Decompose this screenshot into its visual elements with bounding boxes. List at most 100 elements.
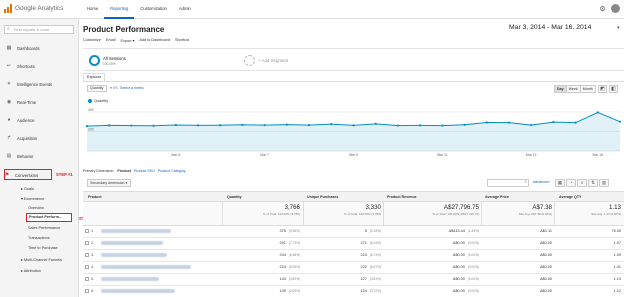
data-point[interactable]	[596, 111, 599, 114]
data-point[interactable]	[85, 124, 89, 128]
vs-dropdown[interactable]: ▾ VS	[110, 86, 118, 90]
data-point[interactable]	[618, 120, 622, 123]
data-point[interactable]	[196, 124, 200, 127]
data-point[interactable]	[285, 123, 288, 126]
data-point[interactable]	[374, 122, 377, 125]
period-week-button[interactable]: Week	[565, 85, 581, 93]
data-point[interactable]	[352, 124, 355, 127]
line-chart-icon[interactable]: ◩	[598, 85, 607, 93]
row-checkbox[interactable]	[85, 289, 89, 293]
sidebar-sub-overview[interactable]: Overview	[28, 206, 44, 210]
data-point[interactable]	[396, 124, 400, 127]
column-average-qty[interactable]: Average QTY	[559, 195, 581, 199]
shortcut-button[interactable]: Shortcut	[175, 38, 189, 43]
dimension-product[interactable]: Product	[117, 169, 131, 173]
row-checkbox[interactable]	[85, 277, 89, 281]
data-point[interactable]	[130, 124, 133, 127]
product-name-link[interactable]	[101, 265, 191, 269]
segment-indicator-icon[interactable]	[89, 55, 100, 66]
advanced-filter-link[interactable]: advanced	[533, 180, 549, 184]
sidebar-sub-product-performance[interactable]: Product Perform...	[29, 215, 62, 219]
table-row[interactable]: 5. 143 (3.80%) 127 (3.81%) A$0.00 (0.00%) A$0.0…	[83, 274, 624, 286]
data-point[interactable]	[263, 124, 266, 127]
period-month-button[interactable]: Month	[579, 85, 596, 93]
table-row[interactable]: 3. 244 (6.48%) 224 (6.73%) A$0.00 (0.00%) A$0.0…	[83, 250, 624, 262]
sidebar-sub-ecommerce[interactable]: ▾ Ecommerce	[21, 196, 44, 201]
metric-select[interactable]: Quantity	[87, 85, 107, 92]
row-checkbox[interactable]	[85, 229, 89, 233]
sidebar-item-shortcuts[interactable]: ↵ Shortcuts	[0, 60, 79, 72]
comparison-icon[interactable]: ⇅	[588, 179, 598, 187]
row-checkbox[interactable]	[85, 265, 89, 269]
add-segment-button[interactable]: + Add Segment	[258, 58, 288, 63]
data-table-icon[interactable]: ▦	[555, 179, 565, 187]
export-button[interactable]: Export ▾	[120, 38, 134, 43]
sidebar-sub-attribution[interactable]: ▸ Attribution	[21, 268, 41, 273]
sidebar-item-audience[interactable]: ● Audience	[0, 114, 79, 126]
data-point[interactable]	[330, 123, 333, 126]
email-button[interactable]: Email	[106, 38, 116, 43]
add-to-dashboard-button[interactable]: Add to Dashboard	[139, 38, 170, 43]
sidebar-sub-multi-channel-funnels[interactable]: ▸ Multi-Channel Funnels	[21, 257, 62, 262]
segment-name[interactable]: All Sessions	[103, 56, 126, 61]
table-row[interactable]: 2. 291 (7.73%) 271 (8.14%) A$0.00 (0.00%) A$0.0…	[83, 238, 624, 250]
avatar[interactable]	[611, 4, 620, 13]
date-range-picker[interactable]: Mar 3, 2014 - Mar 16, 2014	[509, 24, 591, 31]
column-quantity[interactable]: Quantity	[227, 195, 242, 199]
percentage-pie-icon[interactable]: ◔	[566, 179, 576, 187]
product-name-link[interactable]	[101, 241, 163, 245]
nav-reporting[interactable]: Reporting	[104, 0, 135, 19]
product-name-link[interactable]	[101, 229, 171, 233]
sidebar-sub-sales-performance[interactable]: Sales Performance	[28, 226, 60, 230]
product-name-link[interactable]	[101, 289, 175, 293]
chevron-down-icon[interactable]: ▾	[617, 25, 620, 31]
sidebar-sub-goals[interactable]: ▸ Goals	[21, 186, 34, 191]
data-point[interactable]	[441, 124, 444, 127]
tab-explorer[interactable]: Explorer	[83, 73, 106, 81]
gear-icon[interactable]: ⚙	[598, 4, 607, 13]
table-row[interactable]: 4. 224 (5.95%) 222 (6.67%) A$0.00 (0.00%) A$0.0…	[83, 262, 624, 274]
google-analytics-logo[interactable]: Google Analytics	[4, 4, 63, 13]
customize-button[interactable]: Customize	[83, 38, 101, 43]
data-point[interactable]	[552, 121, 555, 124]
data-point[interactable]	[574, 121, 577, 124]
motion-chart-icon[interactable]: ◧	[609, 85, 618, 93]
column-average-price[interactable]: Average Price	[485, 195, 509, 199]
sidebar-item-behavior[interactable]: ▤ Behavior	[0, 150, 79, 162]
data-point[interactable]	[307, 123, 311, 127]
sidebar-item-real-time[interactable]: ◉ Real-Time	[0, 96, 79, 108]
data-point[interactable]	[174, 123, 177, 127]
select-metric-link[interactable]: Select a metric	[120, 86, 144, 90]
data-point[interactable]	[485, 121, 488, 124]
nav-admin[interactable]: Admin	[173, 0, 197, 19]
table-row[interactable]: 6. 139 (3.69%) 124 (3.72%) A$0.00 (0.00%) A$0.0…	[83, 286, 624, 297]
sidebar-item-acquisition[interactable]: ↱ Acquisition	[0, 132, 79, 144]
data-point[interactable]	[530, 123, 533, 127]
dimension-product-sku[interactable]: Product SKU	[134, 169, 155, 173]
data-point[interactable]	[152, 124, 155, 127]
report-search-input[interactable]: ⌕ Find reports & more	[4, 25, 74, 34]
secondary-dimension-select[interactable]: Secondary dimension ▾	[87, 179, 131, 187]
data-point[interactable]	[108, 124, 111, 127]
dimension-product-category[interactable]: Product Category	[158, 169, 186, 173]
product-name-link[interactable]	[101, 253, 167, 257]
sidebar-sub-time-to-purchase[interactable]: Time to Purchase	[28, 246, 58, 250]
column-product[interactable]: Product	[88, 195, 102, 199]
data-point[interactable]	[419, 124, 422, 127]
nav-customization[interactable]: Customization	[134, 0, 173, 19]
nav-home[interactable]: Home	[81, 0, 104, 19]
quantity-chart[interactable]: 400200Mar 5 Mar 7 Mar 9 Mar 11 Mar 13 Mar 15	[83, 105, 624, 161]
sidebar-item-dashboards[interactable]: ▦ Dashboards	[0, 42, 79, 54]
sidebar-item-intelligence-events[interactable]: ✶ Intelligence Events	[0, 78, 79, 90]
add-segment-icon[interactable]	[244, 55, 255, 66]
row-checkbox[interactable]	[85, 253, 89, 257]
performance-icon[interactable]: ≡	[577, 179, 587, 187]
table-search-input[interactable]: ⌕	[487, 179, 529, 187]
data-point[interactable]	[507, 121, 511, 124]
data-point[interactable]	[219, 124, 222, 127]
product-name-link[interactable]	[101, 277, 159, 281]
column-unique-purchases[interactable]: Unique Purchases	[307, 195, 338, 199]
sidebar-sub-transactions[interactable]: Transactions	[28, 236, 50, 240]
table-row[interactable]: 1. 375 (9.96%) 5 (0.15%) A$413.44 (1.49%) A$1.1…	[83, 226, 624, 238]
column-product-revenue[interactable]: Product Revenue	[387, 195, 417, 199]
